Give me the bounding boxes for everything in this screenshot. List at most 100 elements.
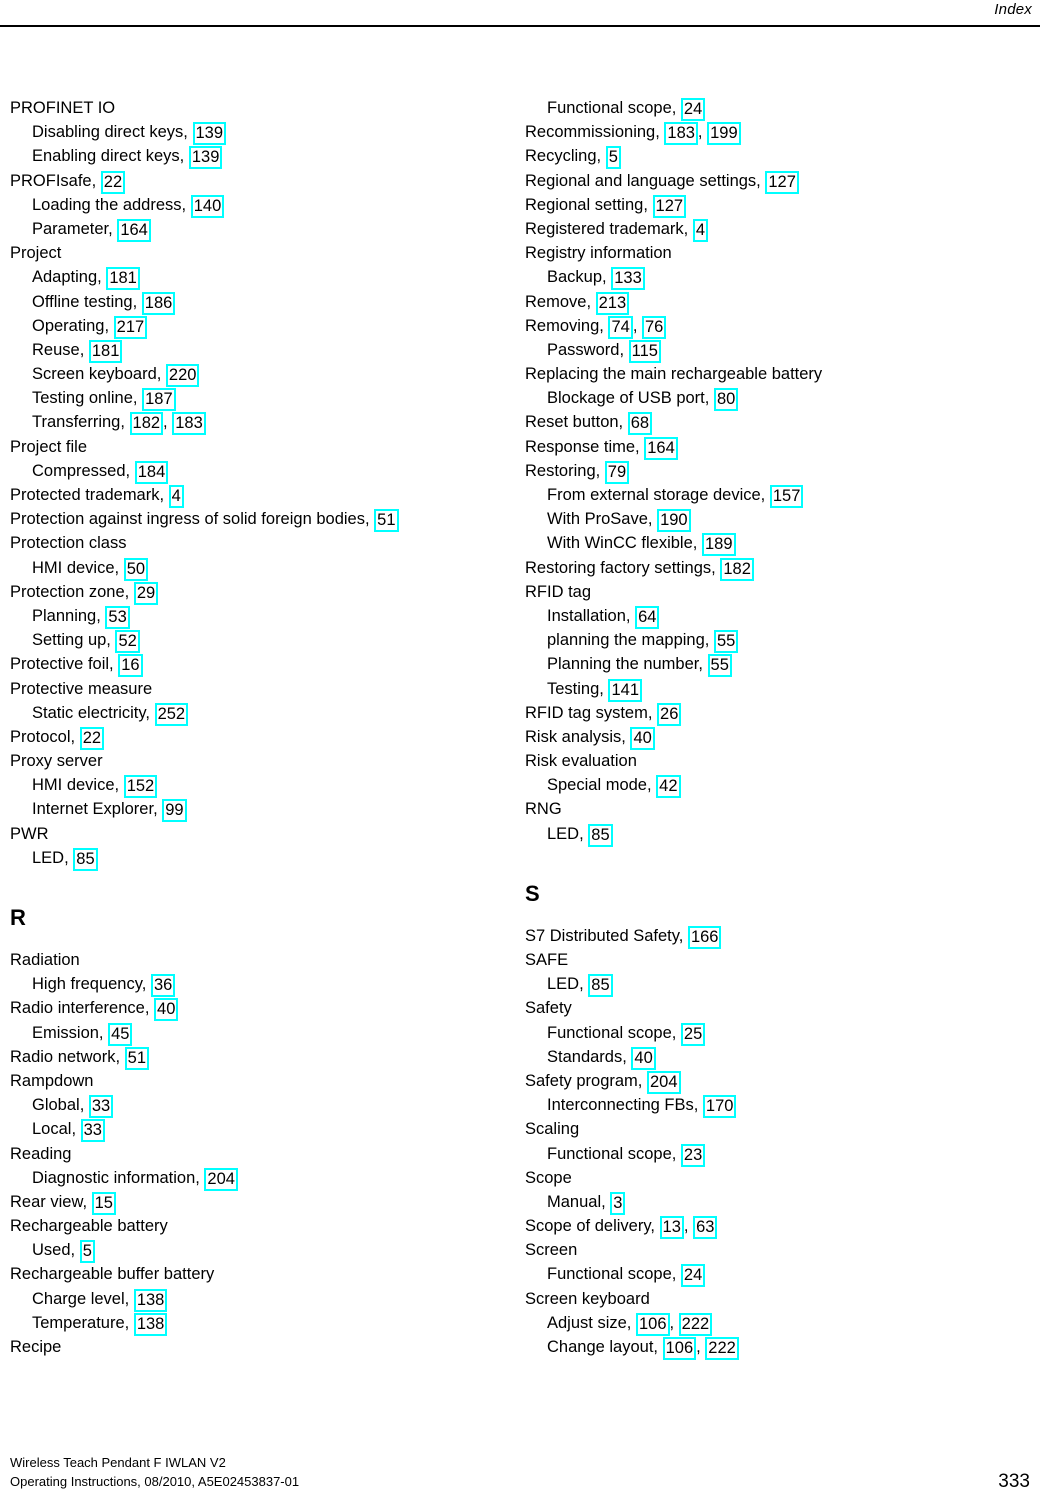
page-reference-highlight[interactable]: 220	[165, 364, 200, 388]
page-reference-highlight[interactable]: 85	[73, 847, 98, 871]
footer-document-id: Operating Instructions, 08/2010, A5E0245…	[10, 1474, 300, 1489]
page-reference-highlight[interactable]: 140	[190, 194, 225, 218]
page-reference-highlight[interactable]: 187	[142, 388, 176, 412]
page-reference-highlight[interactable]: 106	[662, 1337, 697, 1360]
page-reference-highlight[interactable]: 23	[680, 1143, 706, 1167]
page-reference-highlight[interactable]: 5	[605, 146, 621, 170]
page-reference-highlight[interactable]: 204	[646, 1070, 681, 1094]
page-reference-highlight[interactable]: 164	[644, 436, 678, 460]
page-reference-highlight[interactable]: 85	[588, 823, 613, 847]
index-entry-label: Global,	[32, 1096, 85, 1115]
page-reference-highlight[interactable]: 13	[659, 1216, 684, 1240]
page-reference-highlight[interactable]: 24	[680, 98, 706, 121]
page-reference-highlight[interactable]: 22	[100, 170, 126, 194]
index-entry-label: Rechargeable buffer battery	[10, 1265, 215, 1284]
page-reference-highlight[interactable]: 217	[113, 315, 148, 339]
page-reference-highlight[interactable]: 68	[627, 412, 653, 436]
page-reference-highlight[interactable]: 45	[108, 1022, 133, 1046]
page-reference-highlight[interactable]: 183	[664, 122, 698, 146]
page-reference-highlight[interactable]: 99	[162, 799, 187, 823]
page-reference-highlight[interactable]: 106	[635, 1312, 670, 1336]
page-reference-highlight[interactable]: 26	[657, 702, 682, 726]
page-reference-highlight[interactable]: 222	[678, 1312, 713, 1336]
page-reference-highlight[interactable]: 3	[610, 1191, 626, 1215]
page-reference-highlight[interactable]: 184	[134, 460, 169, 484]
page-reference-highlight[interactable]: 138	[133, 1288, 168, 1312]
page-reference-highlight[interactable]: 115	[628, 339, 661, 363]
page-reference-highlight[interactable]: 186	[141, 291, 176, 315]
page-reference-highlight[interactable]: 74	[608, 315, 633, 339]
page-reference-highlight[interactable]: 50	[123, 557, 149, 581]
page-reference-highlight[interactable]: 170	[702, 1095, 737, 1119]
index-entry-label: With WinCC flexible,	[547, 534, 698, 553]
page-reference-highlight[interactable]: 76	[642, 315, 667, 339]
page-reference-highlight[interactable]: 85	[588, 974, 613, 998]
page-reference-highlight[interactable]: 4	[692, 218, 709, 242]
page-reference-highlight[interactable]: 189	[701, 533, 736, 557]
page-reference-highlight[interactable]: 24	[680, 1264, 706, 1288]
header-title: Index	[994, 1, 1032, 18]
page-reference-highlight[interactable]: 181	[106, 267, 140, 291]
page-reference-highlight[interactable]: 80	[713, 388, 739, 412]
page-reference-highlight[interactable]: 25	[680, 1022, 706, 1046]
index-subentry: Local, 33	[10, 1117, 510, 1143]
page-reference-highlight[interactable]: 51	[374, 509, 399, 533]
page-reference-highlight[interactable]: 15	[91, 1191, 116, 1215]
page-reference-highlight[interactable]: 22	[79, 726, 105, 750]
index-subentry: Reuse, 181	[10, 338, 510, 363]
page-reference-highlight[interactable]: 4	[168, 485, 184, 508]
page-reference-highlight[interactable]: 40	[630, 726, 655, 750]
page-reference-highlight[interactable]: 52	[115, 630, 140, 654]
index-entry-label: Protocol,	[10, 727, 76, 746]
index-entry-label: Rechargeable battery	[10, 1217, 168, 1236]
page-reference-highlight[interactable]: 181	[88, 339, 123, 363]
index-entry: Reset button, 68	[525, 410, 1025, 436]
page-reference-highlight[interactable]: 164	[117, 218, 151, 242]
index-entry-label: High frequency,	[32, 975, 147, 994]
page-reference-highlight[interactable]: 157	[769, 485, 804, 508]
index-entry-label: RFID tag	[525, 582, 592, 601]
index-entry: PROFIsafe, 22	[10, 169, 510, 194]
index-subentry: High frequency, 36	[10, 972, 510, 998]
page-reference-highlight[interactable]: 222	[705, 1337, 739, 1360]
page-reference-highlight[interactable]: 42	[656, 775, 681, 799]
page-reference-highlight[interactable]: 33	[80, 1119, 105, 1143]
page-reference-highlight[interactable]: 63	[693, 1216, 718, 1240]
page-reference-highlight[interactable]: 79	[604, 460, 630, 484]
page-reference-highlight[interactable]: 141	[608, 678, 642, 702]
page-reference-highlight[interactable]: 252	[154, 702, 189, 726]
page-reference-highlight[interactable]: 204	[204, 1167, 238, 1191]
page-reference-highlight[interactable]: 182	[129, 412, 164, 436]
page-reference-highlight[interactable]: 138	[133, 1312, 168, 1336]
page-reference-highlight[interactable]: 133	[611, 267, 645, 291]
page-reference-highlight[interactable]: 33	[88, 1095, 114, 1119]
index-entry-label: Risk analysis,	[525, 727, 626, 746]
page-reference-highlight[interactable]: 199	[707, 122, 741, 146]
page-reference-highlight[interactable]: 127	[765, 170, 799, 194]
page-reference-highlight[interactable]: 51	[124, 1046, 150, 1070]
page-reference-highlight[interactable]: 139	[192, 122, 227, 146]
index-entry-label: Radio interference,	[10, 999, 150, 1018]
page-reference-highlight[interactable]: 40	[631, 1046, 656, 1070]
page-reference-highlight[interactable]: 139	[188, 146, 223, 170]
page-reference-highlight[interactable]: 166	[687, 925, 722, 949]
page-reference-highlight[interactable]: 16	[118, 654, 143, 678]
page-reference-highlight[interactable]: 64	[635, 605, 660, 629]
page-reference-highlight[interactable]: 183	[172, 412, 206, 436]
index-subentry: HMI device, 50	[10, 556, 510, 581]
index-entry-label: Setting up,	[32, 631, 111, 650]
page-reference-highlight[interactable]: 152	[123, 775, 158, 799]
page-reference-highlight[interactable]: 36	[150, 974, 176, 998]
index-entry: Project	[10, 241, 510, 265]
page-reference-highlight[interactable]: 182	[720, 557, 754, 581]
page-reference-highlight[interactable]: 5	[79, 1240, 95, 1264]
page-reference-highlight[interactable]: 213	[595, 291, 630, 315]
page-reference-highlight[interactable]: 40	[154, 998, 179, 1022]
page-reference-highlight[interactable]: 29	[133, 581, 159, 605]
index-entry-label: Static electricity,	[32, 703, 150, 722]
page-reference-highlight[interactable]: 55	[713, 630, 739, 654]
page-reference-highlight[interactable]: 190	[657, 509, 691, 533]
page-reference-highlight[interactable]: 127	[652, 194, 687, 218]
page-reference-highlight[interactable]: 53	[105, 605, 130, 629]
page-reference-highlight[interactable]: 55	[707, 654, 732, 678]
